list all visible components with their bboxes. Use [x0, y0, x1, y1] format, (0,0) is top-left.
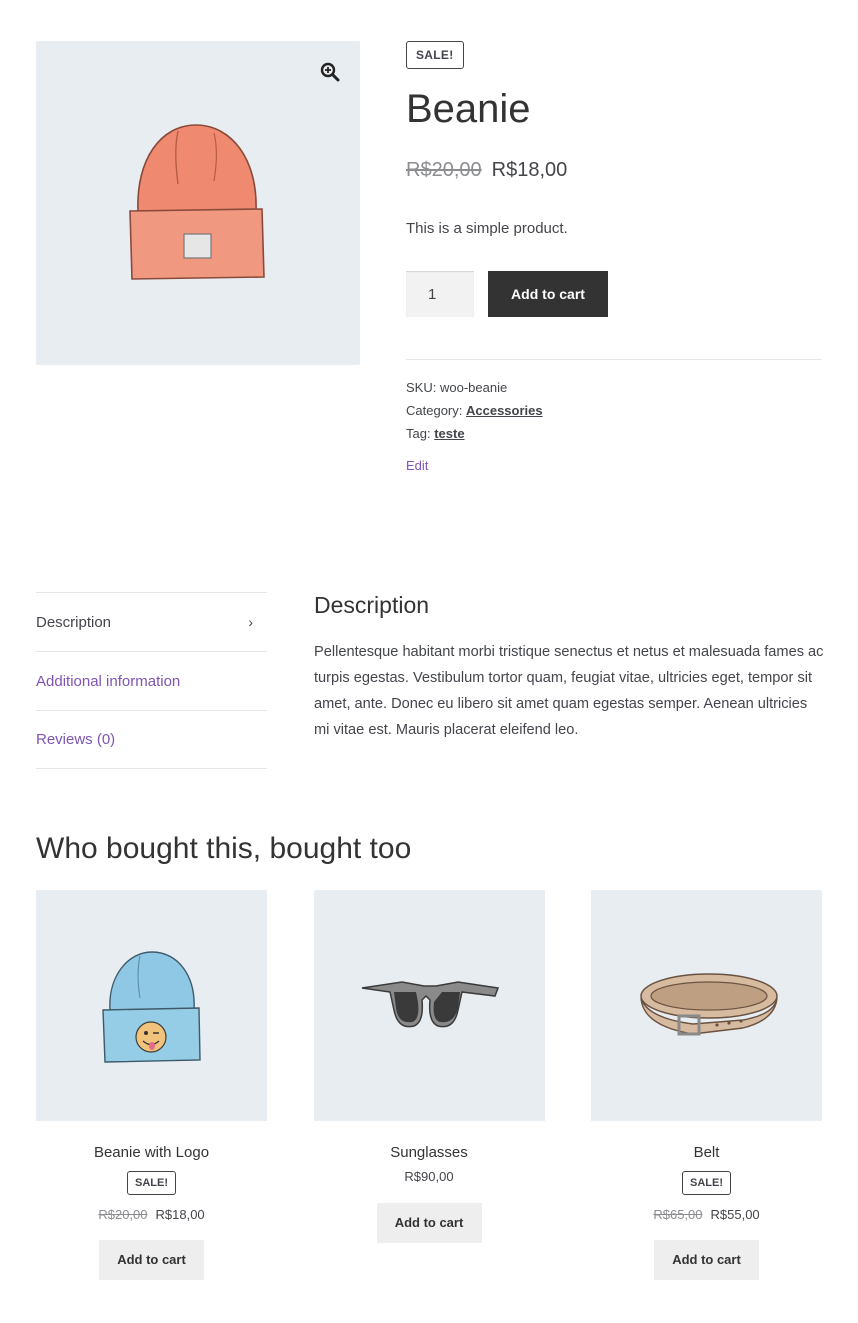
sale-badge: SALE!: [682, 1171, 731, 1195]
panel-text: Pellentesque habitant morbi tristique se…: [314, 644, 824, 738]
tab-reviews[interactable]: Reviews (0): [36, 710, 267, 769]
product-card-title[interactable]: Sunglasses: [314, 1144, 545, 1161]
product-card-price: R$90,00: [404, 1169, 454, 1184]
description-panel: Description Pellentesque habitant morbi …: [314, 592, 824, 743]
beanie-illustration: [129, 124, 265, 280]
new-price: R$55,00: [710, 1207, 760, 1222]
product-card: Beanie with Logo SALE! R$20,00 R$18,00 Ad…: [36, 890, 267, 1280]
product-card-image[interactable]: [591, 890, 822, 1121]
zoom-in-icon[interactable]: [320, 62, 340, 82]
add-to-cart-button[interactable]: Add to cart: [654, 1240, 759, 1280]
category-link[interactable]: Accessories: [466, 403, 543, 418]
chevron-right-icon: ›: [248, 614, 253, 630]
beanie-logo-illustration: [102, 951, 201, 1063]
product-card-price: R$20,00 R$18,00: [36, 1207, 267, 1222]
new-price: R$18,00: [155, 1207, 205, 1222]
product-card-title[interactable]: Belt: [591, 1144, 822, 1161]
add-to-cart-button[interactable]: Add to cart: [488, 271, 608, 317]
related-products: Beanie with Logo SALE! R$20,00 R$18,00 Ad…: [36, 890, 822, 1280]
sku-value: woo-beanie: [439, 380, 508, 395]
cart-form: Add to cart: [406, 271, 822, 317]
sale-badge: SALE!: [127, 1171, 176, 1195]
category-row: Category: Accessories: [406, 403, 543, 418]
old-price: R$20,00: [406, 159, 482, 181]
product-price: R$20,00 R$18,00: [406, 159, 822, 182]
sunglasses-illustration: [361, 981, 499, 1028]
product-card-price: R$65,00 R$55,00: [591, 1207, 822, 1222]
product-card-image[interactable]: [313, 890, 545, 1121]
product-title: Beanie: [406, 87, 531, 131]
short-description: This is a simple product.: [406, 220, 568, 237]
add-to-cart-button[interactable]: Add to cart: [99, 1240, 204, 1280]
new-price: R$18,00: [491, 159, 568, 181]
product-image[interactable]: [36, 41, 360, 365]
related-products-title: Who bought this, bought too: [36, 832, 412, 865]
old-price: R$65,00: [653, 1207, 703, 1222]
product-card-image[interactable]: [36, 890, 267, 1121]
tab-description[interactable]: Description ›: [36, 592, 267, 651]
edit-link[interactable]: Edit: [406, 458, 822, 473]
panel-title: Description: [314, 592, 430, 618]
product-summary: SALE! Beanie R$20,00 R$18,00 This is a si…: [406, 41, 822, 473]
sku-row: SKU: woo-beanie: [406, 380, 508, 395]
product-card-title[interactable]: Beanie with Logo: [36, 1144, 267, 1161]
tab-additional-information[interactable]: Additional information: [36, 651, 267, 710]
add-to-cart-button[interactable]: Add to cart: [376, 1203, 482, 1243]
sale-badge: SALE!: [406, 41, 464, 69]
product-card: Belt SALE! R$65,00 R$55,00 Add to cart: [591, 890, 822, 1280]
tag-link[interactable]: teste: [434, 426, 464, 441]
product-tabs: Description › Additional information Rev…: [36, 592, 267, 769]
old-price: R$20,00: [98, 1207, 148, 1222]
product-meta: SKU: woo-beanie Category: Accessories Ta…: [406, 376, 822, 445]
quantity-input[interactable]: [406, 271, 474, 317]
product-card: Sunglasses R$90,00 Add to cart: [313, 890, 545, 1280]
tag-row: Tag: teste: [406, 426, 465, 441]
belt-illustration: [640, 973, 778, 1036]
divider: [406, 359, 822, 360]
